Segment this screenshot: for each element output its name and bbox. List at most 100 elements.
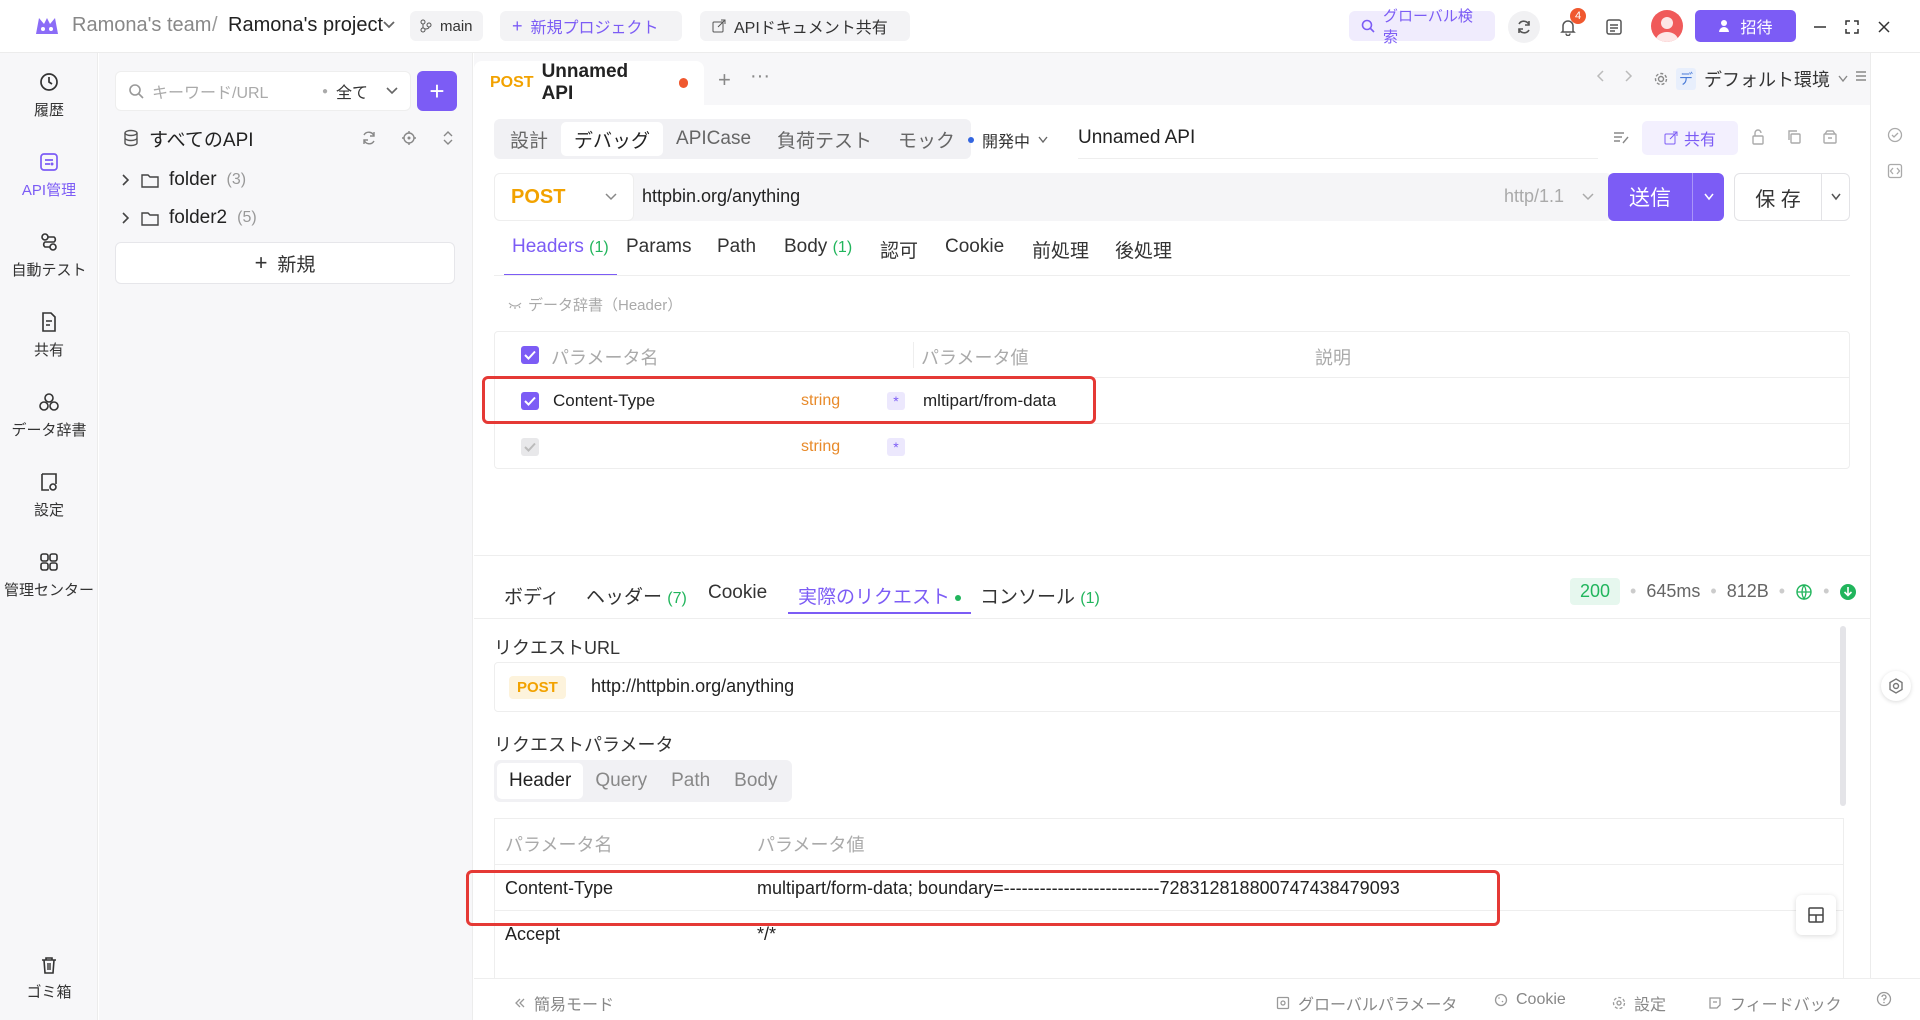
protocol-select[interactable]: http/1.1 [1504,186,1564,207]
chevron-right-icon[interactable] [121,173,131,187]
info-icon[interactable] [1887,127,1903,143]
nav-settings[interactable]: 設定 [0,471,98,520]
tab-body[interactable]: Body (1) [784,236,852,276]
messages-icon[interactable] [1598,11,1630,43]
edit-icon[interactable] [1612,129,1630,145]
subtab-header[interactable]: Header [497,763,584,799]
vertical-scrollbar[interactable] [1840,626,1846,806]
feedback-button[interactable]: フィードバック [1708,991,1842,1015]
tab-response-headers[interactable]: ヘッダー (7) [586,574,687,614]
help-icon[interactable] [1876,991,1892,1007]
new-project-button[interactable]: + 新規プロジェクト [500,11,682,41]
subtab-body[interactable]: Body [722,763,789,799]
minimize-icon[interactable] [1804,11,1836,43]
branch-selector[interactable]: main [410,11,483,41]
required-star-icon[interactable]: * [887,438,905,456]
nav-data-dictionary[interactable]: データ辞書 [0,391,98,440]
tab-params[interactable]: Params [626,236,691,276]
download-icon[interactable] [1839,583,1857,601]
tab-apicase[interactable]: APICase [663,122,764,156]
nav-trash[interactable]: ゴミ箱 [0,955,98,1002]
row-checkbox[interactable] [521,438,539,456]
api-tab-active[interactable]: POST Unnamed API [474,61,704,105]
status-selector[interactable]: 開発中 [968,128,1048,152]
environment-selector[interactable]: デ デフォルト環境 [1654,63,1848,95]
nav-share[interactable]: 共有 [0,311,98,360]
chevron-down-icon[interactable] [1582,193,1594,201]
globe-icon[interactable] [1795,583,1813,601]
filter-select[interactable]: 全て [336,79,368,103]
menu-icon[interactable] [1854,69,1868,83]
global-search-button[interactable]: グローバル検索 [1349,8,1495,46]
chevron-down-icon[interactable] [382,20,396,30]
tab-response-body[interactable]: ボディ [504,574,560,614]
copy-icon[interactable] [1786,129,1802,145]
lock-icon[interactable] [1750,129,1766,145]
subtab-path[interactable]: Path [659,763,722,799]
tab-path[interactable]: Path [717,236,756,276]
tab-design[interactable]: 設計 [497,122,561,156]
invite-button[interactable]: 招待 [1695,10,1796,42]
simple-mode-button[interactable]: 簡易モード [514,991,614,1015]
refresh-icon[interactable] [361,130,377,146]
chevron-right-icon[interactable] [1624,69,1634,83]
locate-icon[interactable] [401,130,417,146]
chevron-down-icon[interactable] [386,87,398,95]
tab-headers[interactable]: Headers (1) [504,236,617,276]
method-select[interactable]: POST [494,173,634,221]
global-params-button[interactable]: グローバルパラメータ [1276,991,1457,1015]
chevron-down-icon[interactable] [1822,193,1849,201]
share-button[interactable]: 共有 [1642,121,1738,155]
tab-console[interactable]: コンソール (1) [980,574,1100,614]
data-dictionary-hint[interactable]: データ辞書（Header） [508,294,682,315]
tree-folder-row[interactable]: folder (3) [115,164,455,196]
new-item-button[interactable]: + 新規 [115,242,455,284]
send-button[interactable]: 送信 [1608,173,1724,221]
tree-folder-row[interactable]: folder2 (5) [115,202,455,234]
nav-auto-test[interactable]: 自動テスト [0,231,98,280]
add-tab-icon[interactable]: + [718,67,731,93]
chevron-right-icon[interactable] [121,211,131,225]
tree-search-box[interactable]: キーワード/URL ● 全て [115,71,411,111]
tab-mock[interactable]: モック [885,122,968,156]
save-button[interactable]: 保 存 [1734,173,1850,221]
url-input[interactable]: httpbin.org/anything [642,186,1442,207]
tab-post-processing[interactable]: 後処理 [1115,236,1172,276]
share-api-doc-button[interactable]: APIドキュメント共有 [700,11,910,41]
nav-history[interactable]: 履歴 [0,71,98,120]
chevron-down-icon[interactable] [1693,193,1724,201]
subtab-query[interactable]: Query [583,763,659,799]
archive-icon[interactable] [1822,129,1838,145]
api-name-input[interactable]: Unnamed API [1078,121,1598,159]
settings-button[interactable]: 設定 [1612,991,1666,1015]
tab-pre-processing[interactable]: 前処理 [1032,236,1089,276]
tab-load-test[interactable]: 負荷テスト [764,122,885,156]
tab-response-cookie[interactable]: Cookie [708,574,767,614]
cookie-button[interactable]: Cookie [1494,991,1566,1009]
nav-admin-center[interactable]: 管理センター [0,551,98,600]
tab-debug[interactable]: デバッグ [561,122,664,156]
maximize-icon[interactable] [1836,11,1868,43]
tab-cookie[interactable]: Cookie [945,236,1004,276]
tab-auth[interactable]: 認可 [880,236,918,276]
nav-api-management[interactable]: API管理 [0,151,98,200]
expand-collapse-icon[interactable] [441,130,455,146]
ai-assistant-icon[interactable] [1881,671,1911,701]
sync-icon[interactable] [1508,11,1540,43]
team-name[interactable]: Ramona's team [72,14,211,37]
notification-bell-icon[interactable]: 4 [1552,8,1586,43]
avatar[interactable] [1651,10,1683,42]
layout-toggle-icon[interactable] [1796,895,1836,935]
select-all-checkbox[interactable] [521,346,539,364]
code-icon[interactable] [1887,163,1903,179]
project-name[interactable]: Ramona's project [228,14,383,37]
more-tabs-icon[interactable]: ··· [750,65,770,88]
tab-actual-request[interactable]: 実際のリクエスト [788,574,972,614]
chevron-left-icon[interactable] [1596,69,1606,83]
add-api-button[interactable]: + [417,71,457,111]
all-apis-row[interactable]: すべてのAPI [115,122,455,154]
close-window-icon[interactable] [1868,11,1900,43]
param-type-select[interactable]: string [801,438,840,456]
request-full-url[interactable]: http://httpbin.org/anything [591,676,794,697]
search-input[interactable]: キーワード/URL [152,79,314,103]
